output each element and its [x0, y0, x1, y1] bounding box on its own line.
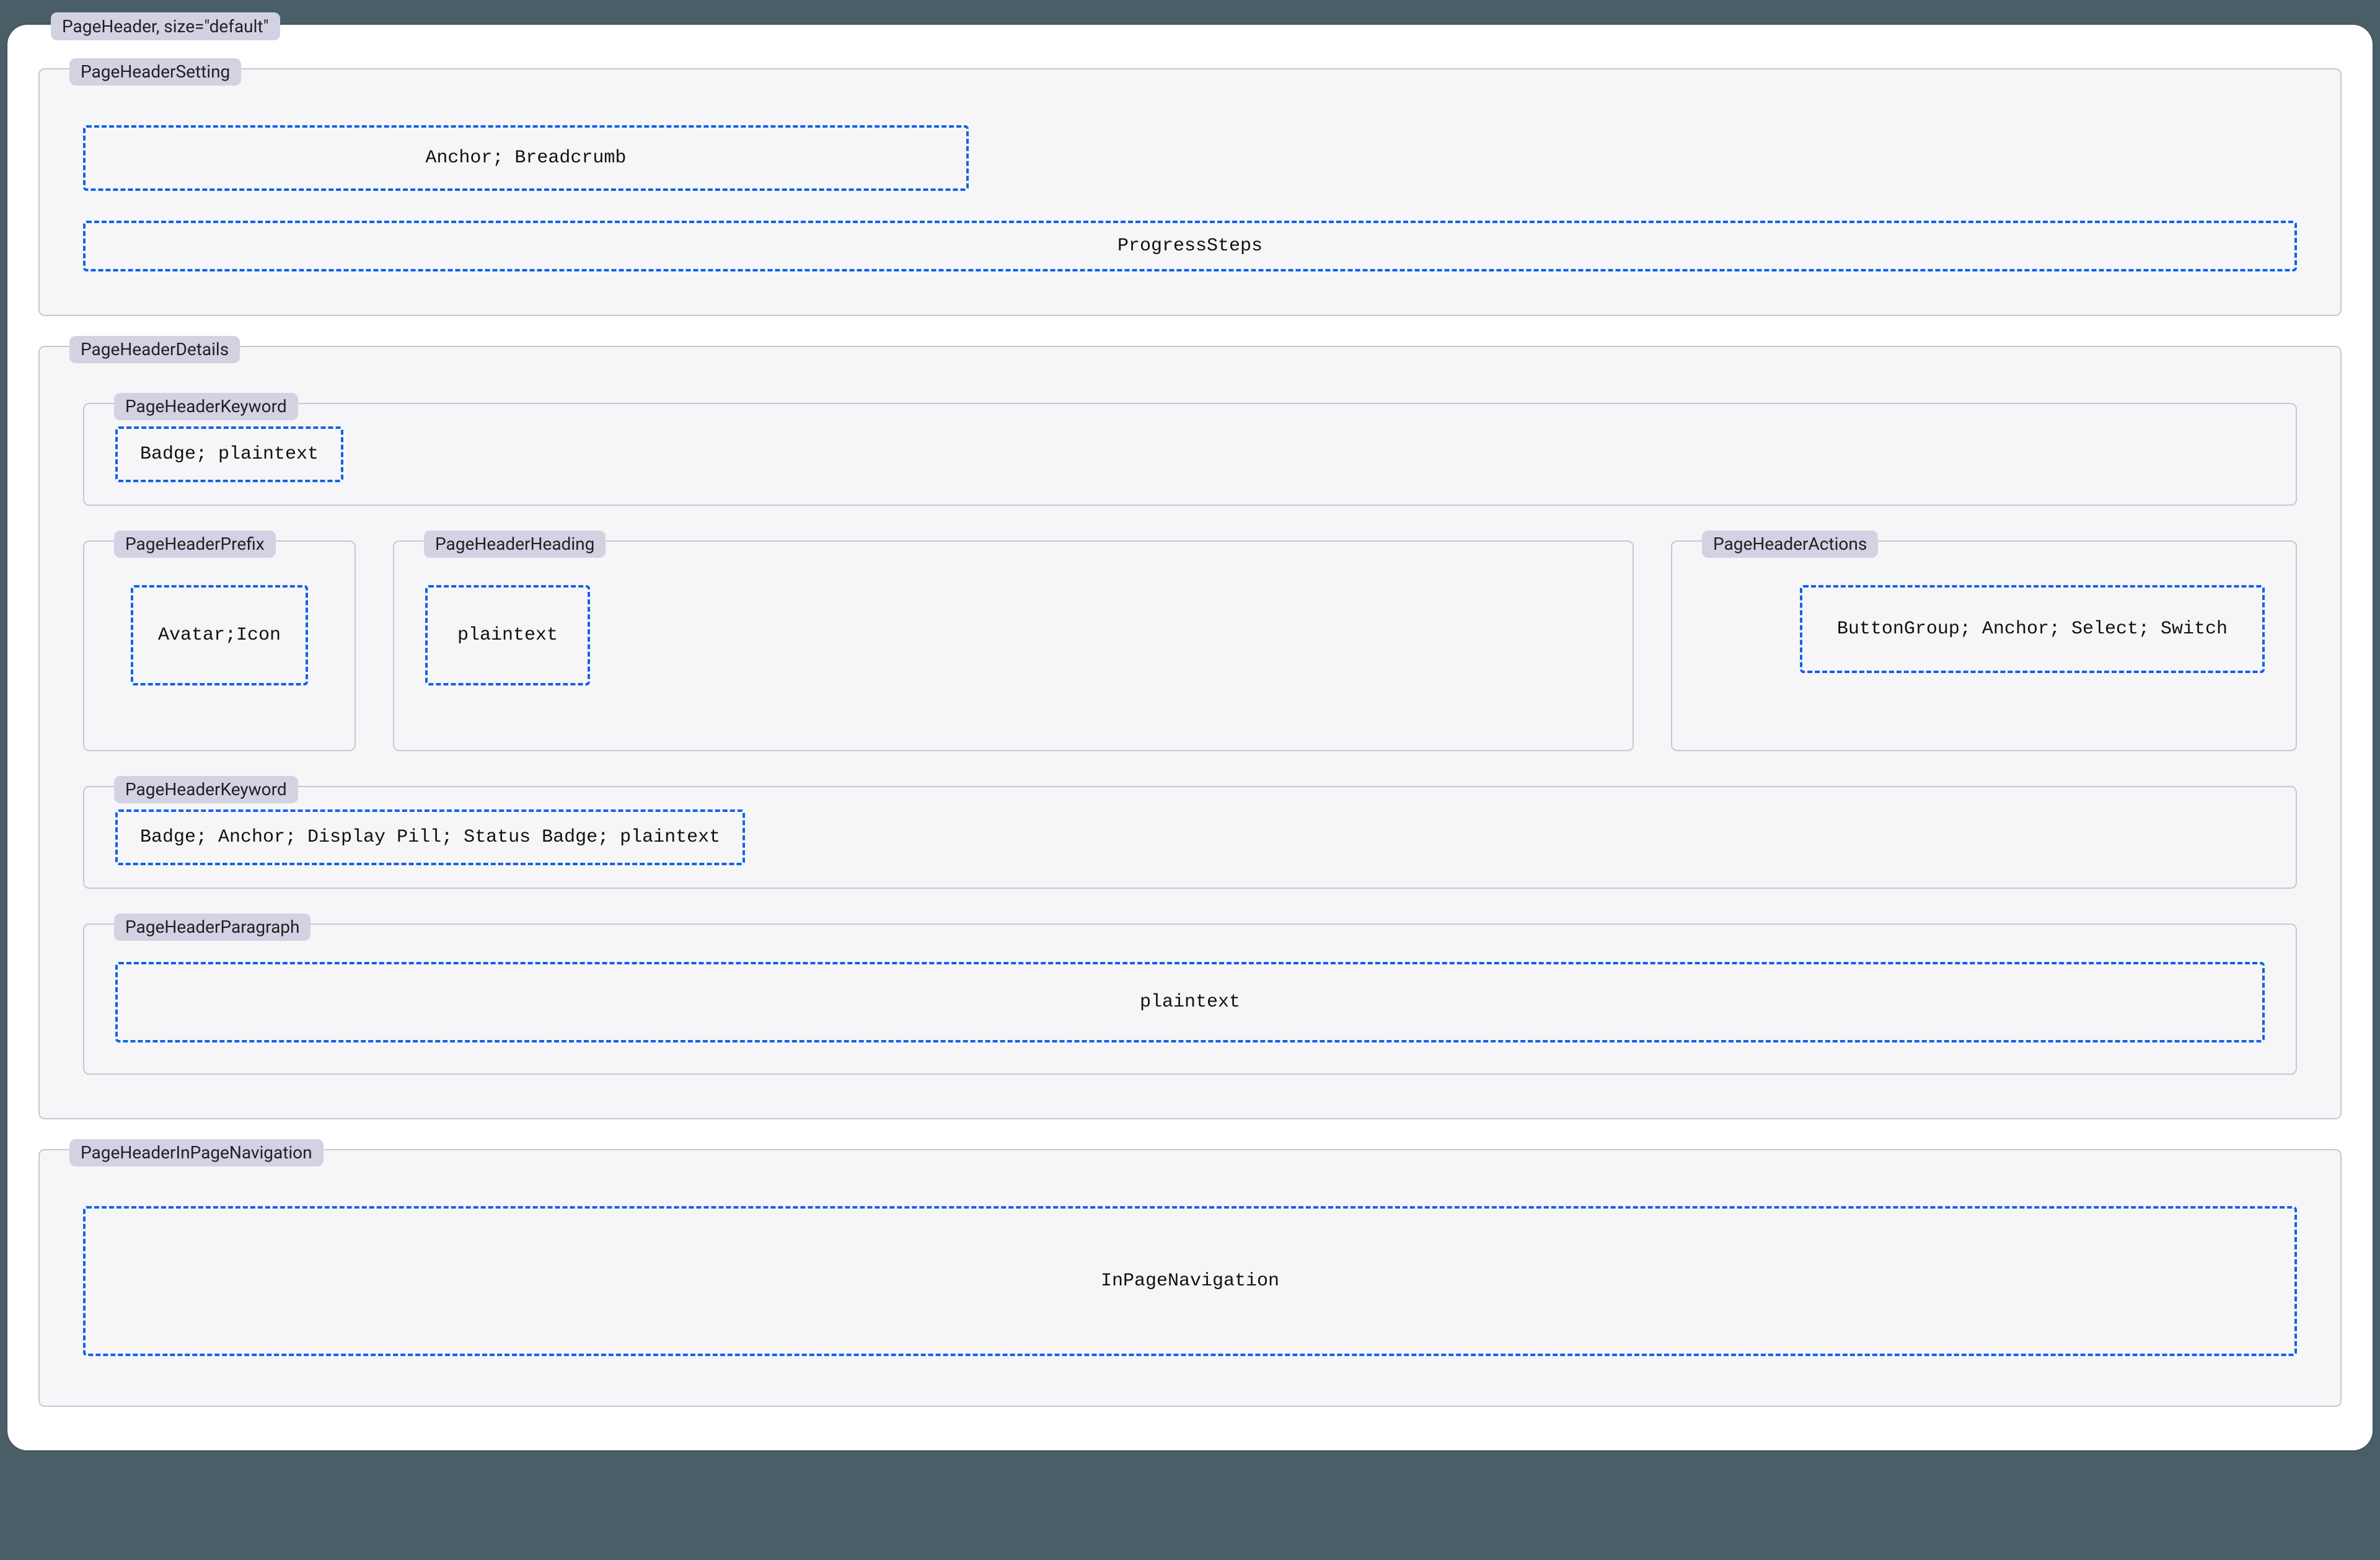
pageheader-heading-label: PageHeaderHeading — [424, 531, 606, 558]
pageheader-prefix-label: PageHeaderPrefix — [114, 531, 276, 558]
pageheader-keyword-bottom-panel: Badge; Anchor; Display Pill; Status Badg… — [83, 786, 2297, 889]
pageheader-container: PageHeaderSetting Anchor; Breadcrumb Pro… — [7, 25, 2373, 1450]
inpagenav-slot: InPageNavigation — [83, 1206, 2297, 1356]
pageheader-prefix-panel: Avatar;Icon — [83, 540, 356, 751]
pageheader-keyword-bottom-label: PageHeaderKeyword — [114, 776, 298, 803]
heading-slot: plaintext — [425, 585, 590, 685]
pageheader-keyword-top-label: PageHeaderKeyword — [114, 393, 298, 420]
pageheader-heading-panel: plaintext — [393, 540, 1634, 751]
pageheader-actions-panel: ButtonGroup; Anchor; Select; Switch — [1671, 540, 2297, 751]
pageheader-inpagenav-panel: InPageNavigation — [38, 1149, 2342, 1407]
paragraph-slot: plaintext — [115, 962, 2265, 1042]
keyword-bottom-slot: Badge; Anchor; Display Pill; Status Badg… — [115, 809, 745, 865]
progress-steps-slot: ProgressSteps — [83, 221, 2297, 271]
keyword-top-slot: Badge; plaintext — [115, 426, 343, 482]
actions-slot: ButtonGroup; Anchor; Select; Switch — [1800, 585, 2265, 673]
pageheader-setting-panel: Anchor; Breadcrumb ProgressSteps — [38, 68, 2342, 316]
pageheader-inpagenav-label: PageHeaderInPageNavigation — [69, 1139, 324, 1166]
prefix-slot: Avatar;Icon — [131, 585, 308, 685]
pageheader-keyword-top-panel: Badge; plaintext — [83, 403, 2297, 506]
pageheader-paragraph-label: PageHeaderParagraph — [114, 914, 311, 941]
breadcrumb-slot: Anchor; Breadcrumb — [83, 125, 969, 191]
pageheader-setting-label: PageHeaderSetting — [69, 58, 241, 86]
pageheader-paragraph-panel: plaintext — [83, 923, 2297, 1075]
pageheader-actions-label: PageHeaderActions — [1702, 531, 1878, 558]
pageheader-details-label: PageHeaderDetails — [69, 336, 240, 363]
pageheader-details-panel: PageHeaderKeyword Badge; plaintext PageH… — [38, 346, 2342, 1119]
pageheader-root-label: PageHeader, size="default" — [51, 12, 280, 40]
